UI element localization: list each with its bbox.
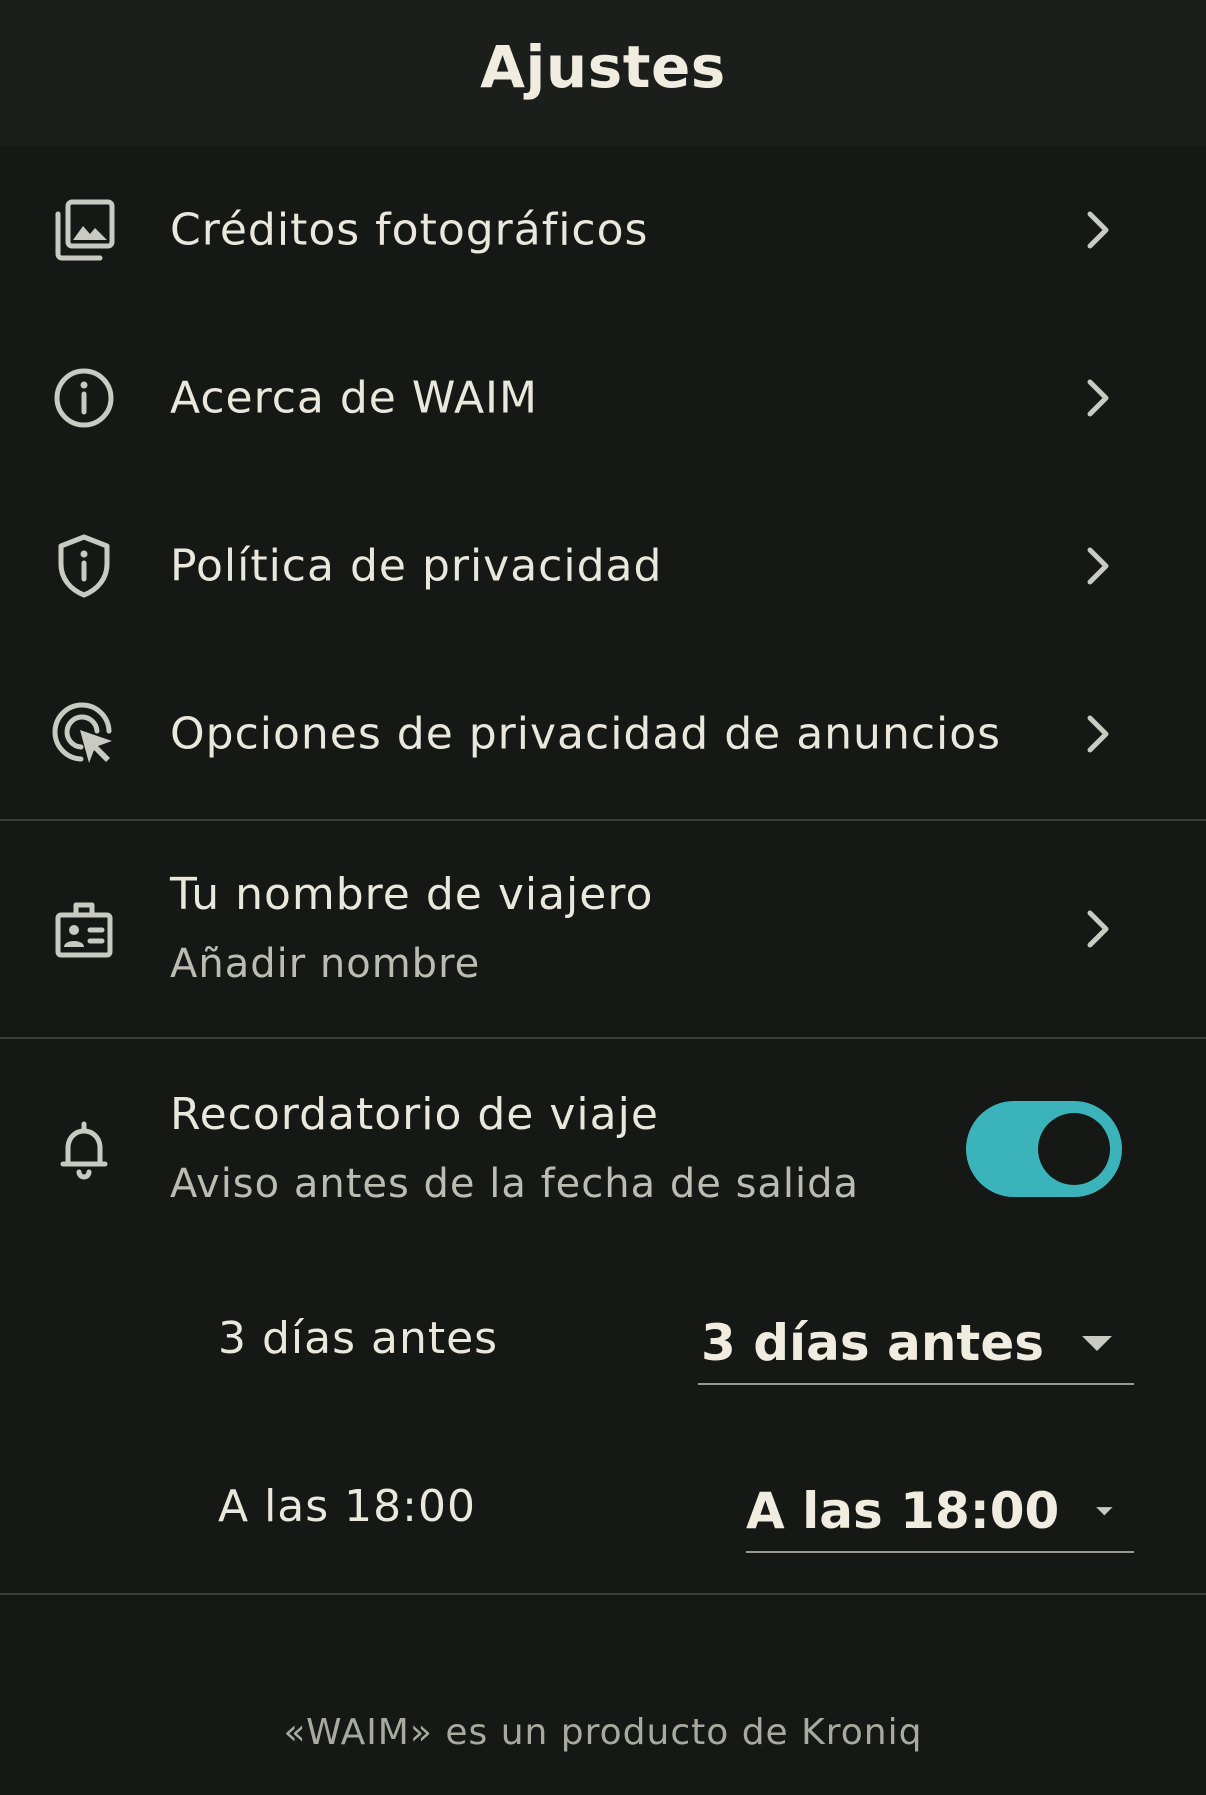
chevron-right-icon xyxy=(1087,547,1109,585)
menu-item-label: Política de privacidad xyxy=(170,540,663,592)
toggle-knob xyxy=(1038,1113,1110,1185)
menu-item-traveler-name[interactable]: Tu nombre de viajero Añadir nombre xyxy=(0,821,1206,1037)
divider xyxy=(0,1037,1206,1039)
traveler-name-title: Tu nombre de viajero xyxy=(170,869,654,920)
reminder-time-label: A las 18:00 xyxy=(218,1481,476,1532)
badge-icon xyxy=(50,895,118,963)
dropdown-arrow-icon xyxy=(1096,1507,1113,1516)
menu-item-privacy-policy[interactable]: Política de privacidad xyxy=(0,482,1206,650)
shield-info-icon xyxy=(50,532,118,600)
photo-library-icon xyxy=(50,196,118,264)
menu-item-label: Acerca de WAIM xyxy=(170,372,538,424)
app-header: Ajustes xyxy=(0,0,1206,146)
menu-item-label: Créditos fotográficos xyxy=(170,204,649,256)
footer-credit: «WAIM» es un producto de Kroniq xyxy=(283,1712,923,1753)
chevron-right-icon xyxy=(1087,211,1109,249)
trip-reminder-subtitle: Aviso antes de la fecha de salida xyxy=(170,1161,860,1207)
menu-item-photo-credits[interactable]: Créditos fotográficos xyxy=(0,146,1206,314)
reminder-time-value: A las 18:00 xyxy=(746,1482,1060,1540)
divider xyxy=(0,1593,1206,1595)
chevron-right-icon xyxy=(1087,910,1109,948)
traveler-name-subtitle: Añadir nombre xyxy=(170,941,481,987)
page-title: Ajustes xyxy=(480,33,726,101)
trip-reminder-toggle[interactable] xyxy=(966,1101,1122,1197)
reminder-time-dropdown[interactable]: A las 18:00 xyxy=(746,1471,1134,1553)
chevron-right-icon xyxy=(1087,715,1109,753)
days-before-label: 3 días antes xyxy=(218,1313,499,1364)
trip-reminder-title: Recordatorio de viaje xyxy=(170,1089,659,1140)
menu-item-label: Opciones de privacidad de anuncios xyxy=(170,708,1002,760)
bell-icon xyxy=(50,1116,118,1184)
menu-item-about[interactable]: Acerca de WAIM xyxy=(0,314,1206,482)
days-before-value: 3 días antes xyxy=(701,1314,1044,1372)
menu-item-ad-privacy[interactable]: Opciones de privacidad de anuncios xyxy=(0,650,1206,818)
ad-click-icon xyxy=(50,700,118,768)
dropdown-arrow-icon xyxy=(1082,1336,1112,1351)
chevron-right-icon xyxy=(1087,379,1109,417)
days-before-dropdown[interactable]: 3 días antes xyxy=(698,1303,1134,1385)
info-icon xyxy=(50,364,118,432)
